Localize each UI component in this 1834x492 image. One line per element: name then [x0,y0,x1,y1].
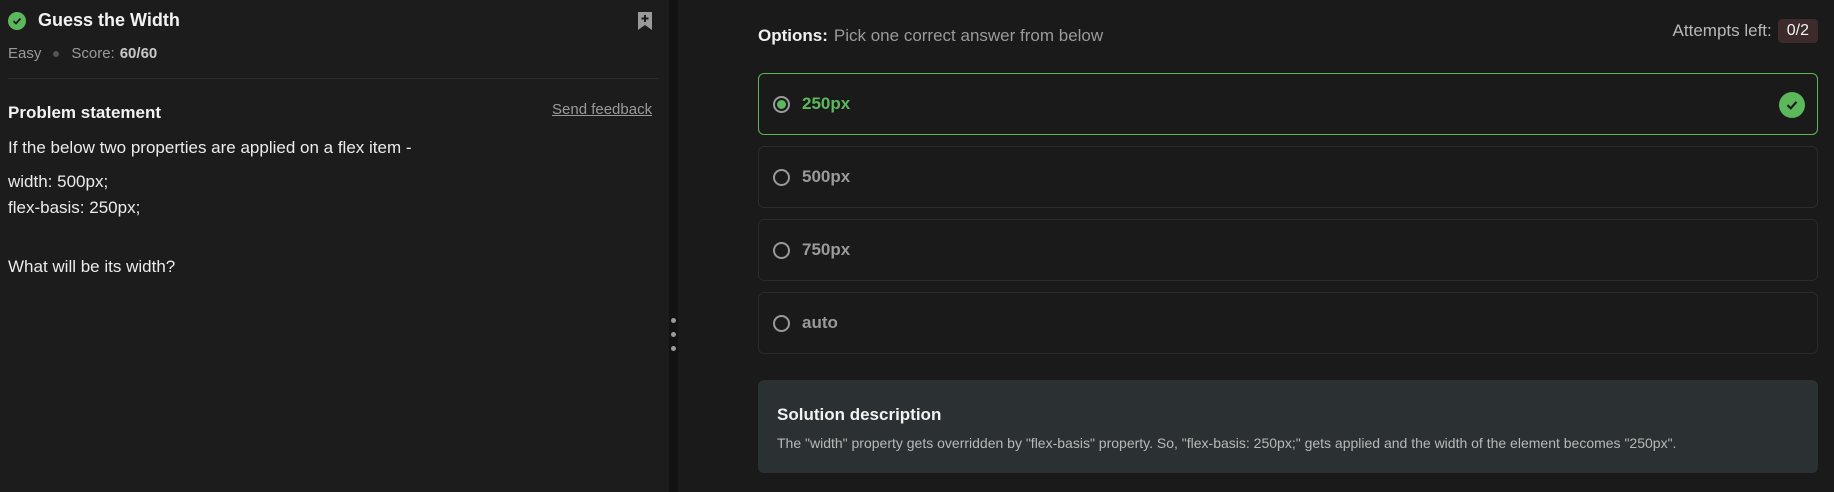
options-panel: Options: Pick one correct answer from bel… [678,0,1834,492]
option-250px[interactable]: 250px [758,73,1818,135]
attempts-left: Attempts left: 0/2 [1673,19,1818,43]
send-feedback-link[interactable]: Send feedback [552,101,652,118]
panel-resize-handle[interactable] [669,0,678,492]
statement-line: If the below two properties are applied … [8,138,412,157]
statement-line: flex-basis: 250px; [8,198,141,217]
difficulty-label: Easy [8,45,42,62]
options-header: Options: Pick one correct answer from bel… [758,26,1103,46]
problem-panel: Guess the Width Easy Score: 60/60 Proble… [0,0,669,492]
radio-icon[interactable] [773,168,790,186]
solution-description-box: Solution description The "width" propert… [758,380,1818,473]
solution-title: Solution description [777,405,942,424]
attempts-label: Attempts left: [1672,21,1772,40]
problem-meta: Easy Score: 60/60 [8,45,157,62]
problem-title: Guess the Width [38,10,180,30]
bookmark-plus-icon[interactable] [635,10,655,32]
drag-handle-icon [671,346,676,351]
radio-selected-icon[interactable] [773,95,790,113]
correct-check-icon [1779,92,1805,118]
option-auto[interactable]: auto [758,292,1818,354]
solution-text: The "width" property gets overridden by … [777,435,1677,451]
options-instruction: Pick one correct answer from below [833,26,1104,45]
options-label: Options: [758,26,828,45]
score-value: 60/60 [119,45,158,62]
option-label: 750px [802,240,851,259]
statement-line: What will be its width? [8,257,176,276]
radio-icon[interactable] [773,241,790,259]
option-label: auto [802,313,838,332]
statement-line: width: 500px; [8,172,109,191]
drag-handle-icon [671,332,676,337]
score-label: Score: [71,45,115,62]
attempts-badge: 0/2 [1777,19,1818,43]
option-label: 500px [802,167,851,186]
option-500px[interactable]: 500px [758,146,1818,208]
radio-icon[interactable] [773,314,790,332]
solved-check-icon [8,11,26,30]
separator-dot [53,50,60,57]
problem-title-row: Guess the Width [8,10,180,31]
drag-handle-icon [671,318,676,323]
option-label: 250px [802,94,851,113]
problem-statement-heading: Problem statement [8,103,162,122]
option-750px[interactable]: 750px [758,219,1818,281]
divider-line [8,78,659,79]
